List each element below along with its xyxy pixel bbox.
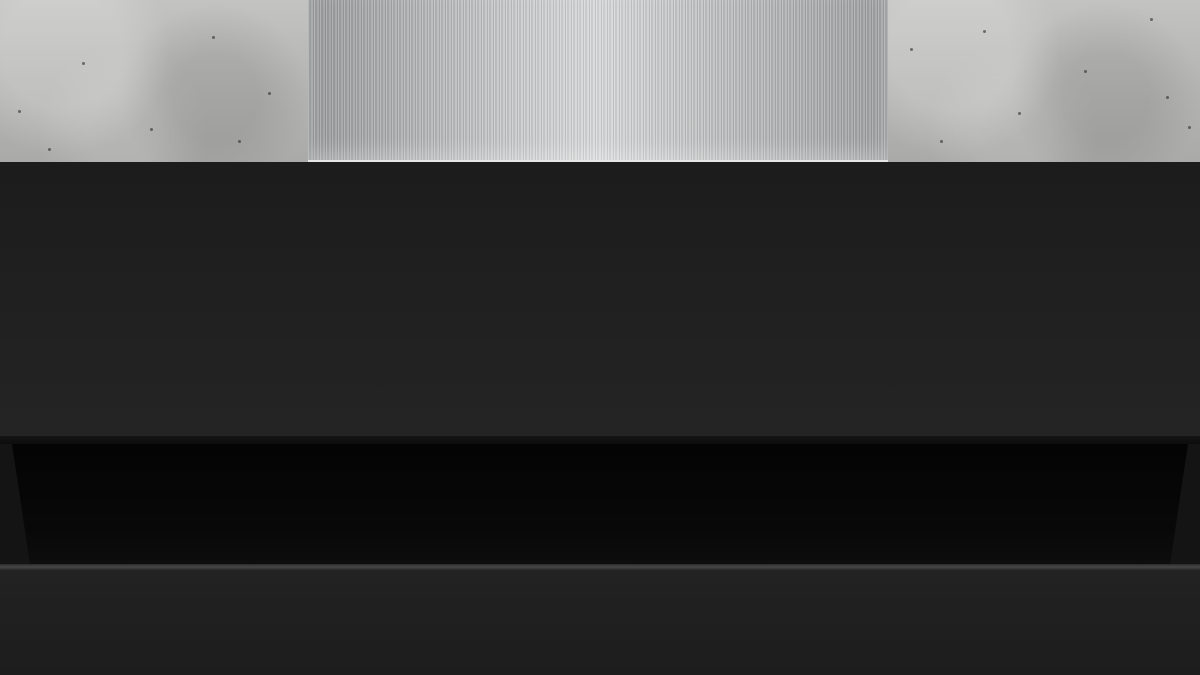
wall-texture [48,148,51,151]
hood-front-panel: b auto 2 [0,162,1200,542]
black-glass-strip [0,444,1200,564]
concrete-wall-right [888,0,1200,162]
wall-texture [1018,112,1021,115]
stainless-steel-chimney [308,0,888,162]
hood-panel-edge [0,436,1200,444]
wall-texture [940,140,943,143]
wall-texture [1188,126,1191,129]
hood-lower-panel [0,570,1200,675]
wall-texture [212,36,215,39]
glass-side-right [1170,444,1200,564]
wall-texture [1150,18,1153,21]
wall-texture [18,110,21,113]
glass-side-left [0,444,30,564]
wall-texture [82,62,85,65]
wall-texture [238,140,241,143]
wall-texture [268,92,271,95]
wall-texture [1166,96,1169,99]
wall-texture [150,128,153,131]
wall-texture [983,30,986,33]
wall-texture [910,48,913,51]
wall-texture [1084,70,1087,73]
concrete-wall-left [0,0,308,162]
